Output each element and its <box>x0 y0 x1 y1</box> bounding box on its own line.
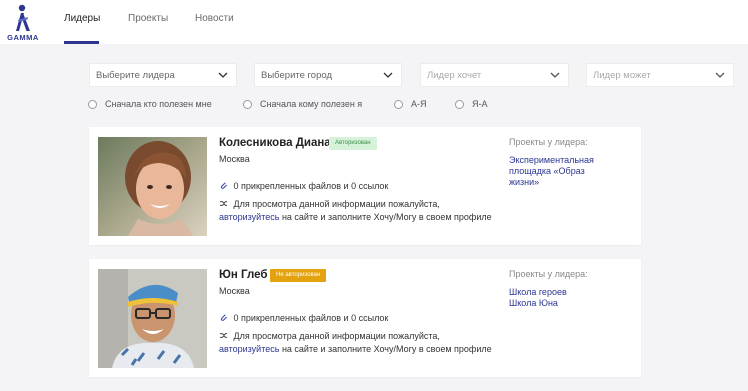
leader-avatar-image <box>98 269 207 368</box>
top-navbar: GAMMA Лидеры Проекты Новости <box>0 0 748 44</box>
authorize-link[interactable]: авторизуйтесь <box>219 344 279 354</box>
shuffle-icon <box>219 333 228 338</box>
tab-projects[interactable]: Проекты <box>128 13 168 24</box>
radio-circle <box>455 99 464 109</box>
restricted-info-text: Для просмотра данной информации пожалуйс… <box>233 199 440 209</box>
project-link[interactable]: Школа героев <box>509 287 567 298</box>
city-select[interactable]: Выберите город <box>254 63 402 87</box>
links-text: ссылок <box>358 181 389 191</box>
project-link[interactable]: площадка «Образ <box>509 166 585 177</box>
radio-circle <box>243 99 252 109</box>
attachments-info: 0 прикрепленных файлов и 0 ссылок <box>219 181 388 191</box>
project-link[interactable]: Экспериментальная <box>509 155 594 166</box>
files-text: прикрепленных файлов и <box>241 313 349 323</box>
chevron-down-icon <box>550 72 560 78</box>
attachments-info: 0 прикрепленных файлов и 0 ссылок <box>219 313 388 323</box>
logo-text: GAMMA <box>7 33 39 42</box>
project-link[interactable]: Школа Юна <box>509 298 558 309</box>
leader-photo[interactable] <box>98 269 207 368</box>
auth-prompt-text: на сайте и заполните Хочу/Могу в своем п… <box>281 344 492 354</box>
chevron-down-icon <box>715 72 725 78</box>
auth-prompt-text: на сайте и заполните Хочу/Могу в своем п… <box>281 212 492 222</box>
paperclip-icon <box>220 314 228 321</box>
leader-wants-placeholder: Лидер хочет <box>427 70 482 81</box>
leader-photo[interactable] <box>98 137 207 236</box>
leader-select[interactable]: Выберите лидера <box>89 63 237 87</box>
links-count: 0 <box>351 313 357 323</box>
active-tab-indicator <box>64 41 99 44</box>
tab-news[interactable]: Новости <box>195 13 234 24</box>
sort-z-a-radio[interactable]: Я-А <box>455 98 488 110</box>
gamma-logo[interactable]: GAMMA <box>2 3 44 43</box>
sort-a-z-radio[interactable]: А-Я <box>394 98 427 110</box>
auth-prompt-line: авторизуйтесь на сайте и заполните Хочу/… <box>219 344 492 354</box>
shuffle-icon <box>219 201 228 206</box>
links-text: ссылок <box>358 313 389 323</box>
status-badge: Не авторизован <box>270 269 327 282</box>
sort-useful-to-them-radio[interactable]: Сначала кому полезен я <box>243 98 362 110</box>
radio-circle <box>88 99 97 109</box>
chevron-down-icon <box>218 72 228 78</box>
leader-name[interactable]: Колесникова Диана <box>219 137 331 149</box>
radio-label: А-Я <box>411 99 427 109</box>
restricted-info-line: Для просмотра данной информации пожалуйс… <box>219 331 440 341</box>
links-count: 0 <box>351 181 357 191</box>
leader-card[interactable]: Колесникова Диана Авторизован Москва 0 п… <box>89 127 641 245</box>
radio-label: Сначала кому полезен я <box>260 99 363 109</box>
leader-city: Москва <box>219 154 250 164</box>
project-link[interactable]: жизни» <box>509 177 539 188</box>
leader-can-placeholder: Лидер может <box>593 70 651 81</box>
leader-avatar-image <box>98 137 207 236</box>
files-count: 0 <box>233 313 239 323</box>
projects-title: Проекты у лидера: <box>509 269 588 279</box>
radio-circle <box>394 99 403 109</box>
leader-card[interactable]: Юн Глеб Не авторизован Москва 0 прикрепл… <box>89 259 641 377</box>
files-count: 0 <box>233 181 239 191</box>
radio-label: Сначала кто полезен мне <box>105 99 212 109</box>
projects-title: Проекты у лидера: <box>509 137 588 147</box>
paperclip-icon <box>220 182 228 189</box>
leader-select-value: Выберите лидера <box>96 70 175 81</box>
gamma-logo-icon <box>16 4 30 31</box>
city-select-value: Выберите город <box>261 70 332 81</box>
tab-leaders[interactable]: Лидеры <box>64 13 100 24</box>
leader-can-select[interactable]: Лидер может <box>586 63 734 87</box>
leader-city: Москва <box>219 286 250 296</box>
restricted-info-text: Для просмотра данной информации пожалуйс… <box>233 331 440 341</box>
sort-useful-to-me-radio[interactable]: Сначала кто полезен мне <box>88 98 212 110</box>
status-badge: Авторизован <box>329 137 377 150</box>
authorize-link[interactable]: авторизуйтесь <box>219 212 279 222</box>
restricted-info-line: Для просмотра данной информации пожалуйс… <box>219 199 440 209</box>
auth-prompt-line: авторизуйтесь на сайте и заполните Хочу/… <box>219 212 492 222</box>
radio-label: Я-А <box>472 99 488 109</box>
leader-wants-select[interactable]: Лидер хочет <box>420 63 569 87</box>
files-text: прикрепленных файлов и <box>241 181 349 191</box>
chevron-down-icon <box>383 72 393 78</box>
leader-name[interactable]: Юн Глеб <box>219 269 267 281</box>
